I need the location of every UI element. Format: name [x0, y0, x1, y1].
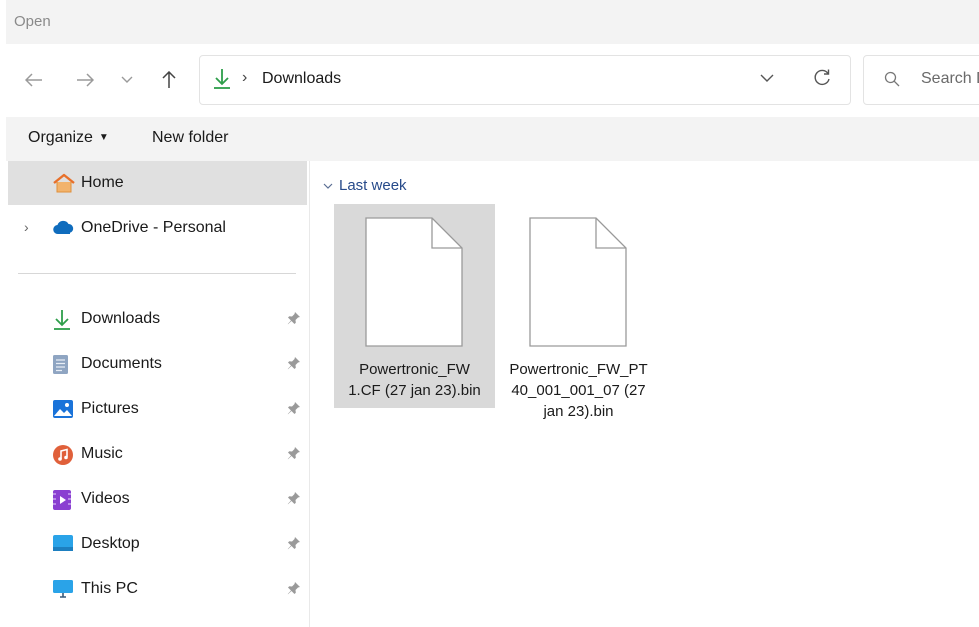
navigation-bar: › Downloads Search Downloads — [0, 44, 979, 116]
pane-divider[interactable] — [309, 161, 310, 627]
pin-icon[interactable] — [287, 356, 301, 375]
sidebar-item-label: OneDrive - Personal — [81, 219, 226, 236]
sidebar-item-onedrive[interactable]: › OneDrive - Personal — [8, 206, 307, 250]
videos-icon — [52, 489, 74, 510]
window-title: Open — [14, 13, 51, 30]
file-item[interactable]: Powertronic_FW 1.CF (27 jan 23).bin — [334, 204, 495, 408]
file-name-line: Powertronic_FW — [359, 361, 470, 378]
this-pc-icon — [52, 579, 74, 599]
command-bar: Organize ▼ New folder — [6, 117, 979, 161]
recent-locations-button[interactable] — [113, 66, 141, 94]
sidebar-item-label: Home — [81, 174, 124, 191]
sidebar-item-label: Downloads — [81, 310, 161, 327]
file-name: Powertronic_FW_PT 40_001_001_07 (27 jan … — [498, 359, 659, 422]
pin-icon[interactable] — [287, 311, 301, 330]
navigation-pane: Home › OneDrive - Personal Downloads Doc… — [6, 161, 310, 627]
desktop-icon — [52, 534, 74, 554]
file-icon — [529, 217, 627, 347]
arrow-up-icon — [162, 71, 176, 88]
pictures-icon — [52, 399, 74, 419]
up-button[interactable] — [155, 66, 183, 94]
music-icon — [52, 444, 74, 465]
forward-button[interactable] — [71, 66, 99, 94]
file-icon — [365, 217, 463, 347]
downloads-icon — [52, 309, 74, 330]
file-name: Powertronic_FW 1.CF (27 jan 23).bin — [334, 359, 495, 401]
sidebar-item-label: Pictures — [81, 400, 139, 417]
arrow-left-icon — [25, 73, 42, 87]
sidebar-item-label: This PC — [81, 580, 138, 597]
documents-icon — [52, 354, 74, 374]
file-name-line: Powertronic_FW_PT — [509, 361, 648, 378]
sidebar-item-label: Music — [81, 445, 123, 462]
search-placeholder: Search Downloads — [921, 70, 979, 87]
home-icon — [52, 173, 75, 193]
group-header-last-week[interactable]: Last week — [323, 177, 407, 194]
sidebar-item-this-pc[interactable]: This PC — [8, 567, 307, 611]
address-dropdown-button[interactable] — [760, 70, 774, 88]
refresh-icon — [814, 69, 830, 86]
sidebar-item-documents[interactable]: Documents — [8, 342, 307, 386]
chevron-down-icon — [760, 74, 774, 82]
sidebar-item-desktop[interactable]: Desktop — [8, 522, 307, 566]
caret-down-icon: ▼ — [98, 132, 109, 143]
onedrive-icon — [52, 218, 74, 238]
sidebar-item-music[interactable]: Music — [8, 432, 307, 476]
refresh-button[interactable] — [812, 68, 832, 93]
downloads-icon — [212, 68, 232, 95]
pin-icon[interactable] — [287, 581, 301, 600]
sidebar-separator — [18, 273, 296, 274]
chevron-down-icon — [121, 76, 133, 83]
sidebar-item-label: Documents — [81, 355, 162, 372]
sidebar-item-pictures[interactable]: Pictures — [8, 387, 307, 431]
organize-label: Organize — [28, 129, 93, 146]
search-input[interactable]: Search Downloads — [863, 55, 979, 105]
pin-icon[interactable] — [287, 536, 301, 555]
file-item[interactable]: Powertronic_FW_PT 40_001_001_07 (27 jan … — [498, 204, 659, 420]
file-name-line: 1.CF (27 jan 23).bin — [348, 382, 481, 399]
search-icon — [884, 71, 900, 92]
file-list: Last week Powertronic_FW 1.CF (27 jan 23… — [311, 161, 979, 627]
sidebar-item-label: Desktop — [81, 535, 140, 552]
file-name-line: jan 23).bin — [543, 403, 614, 420]
arrow-right-icon — [77, 73, 94, 87]
sidebar-item-downloads[interactable]: Downloads — [8, 297, 307, 341]
back-button[interactable] — [20, 66, 48, 94]
pin-icon[interactable] — [287, 491, 301, 510]
organize-button[interactable]: Organize ▼ — [28, 129, 109, 147]
breadcrumb-downloads[interactable]: Downloads — [262, 70, 341, 88]
title-bar: Open — [6, 0, 979, 44]
sidebar-item-home[interactable]: Home — [8, 161, 307, 205]
breadcrumb-chevron-icon: › — [242, 69, 248, 86]
chevron-down-icon — [323, 179, 333, 193]
group-label: Last week — [339, 177, 407, 194]
chevron-right-icon[interactable]: › — [24, 219, 29, 235]
file-name-line: 40_001_001_07 (27 — [511, 382, 646, 399]
address-bar[interactable]: › Downloads — [199, 55, 851, 105]
sidebar-item-videos[interactable]: Videos — [8, 477, 307, 521]
pin-icon[interactable] — [287, 446, 301, 465]
pin-icon[interactable] — [287, 401, 301, 420]
sidebar-item-label: Videos — [81, 490, 130, 507]
new-folder-button[interactable]: New folder — [152, 129, 228, 147]
